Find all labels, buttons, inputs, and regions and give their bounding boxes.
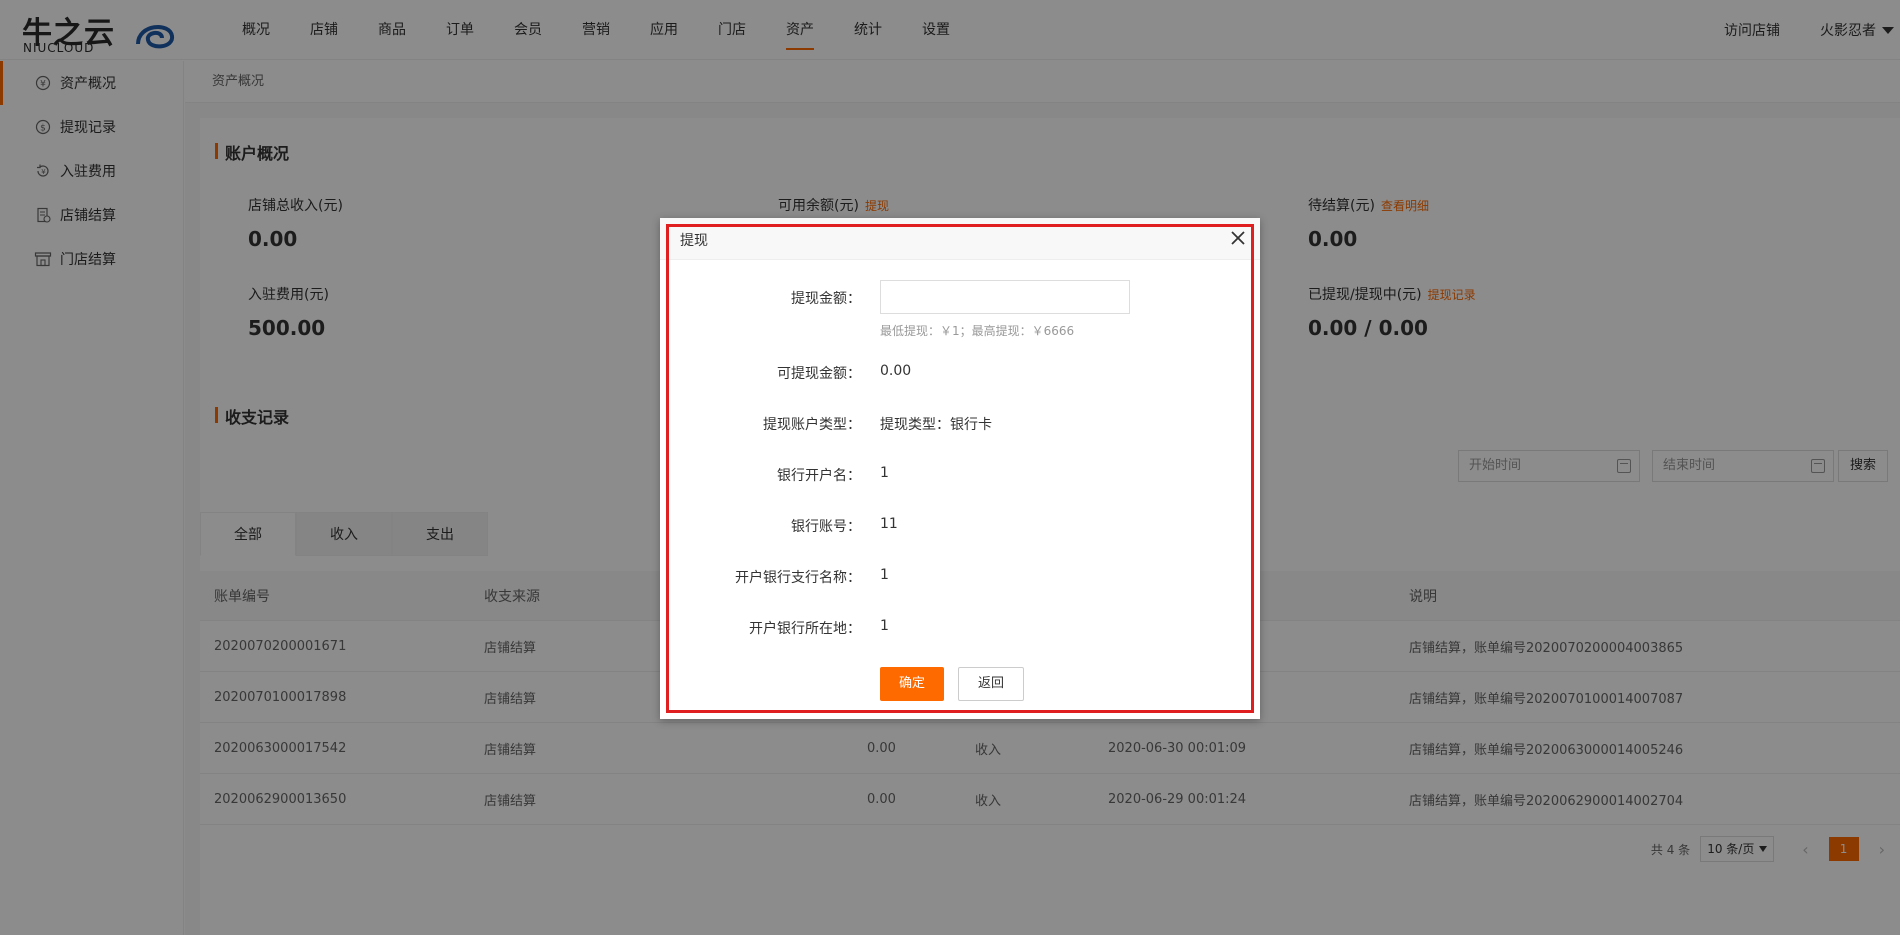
account-type-value: 提现类型：银行卡	[880, 417, 992, 433]
account-type-label: 提现账户类型：	[763, 417, 861, 433]
form-row-bank-no: 银行账号： 11	[660, 516, 1260, 536]
dialog-header: 提现	[660, 218, 1260, 260]
location-value: 1	[880, 618, 889, 634]
confirm-button[interactable]: 确定	[880, 667, 944, 701]
branch-value: 1	[880, 567, 889, 583]
available-label: 可提现金额：	[777, 366, 861, 382]
bank-name-value: 1	[880, 465, 889, 481]
form-row-bank-name: 银行开户名： 1	[660, 465, 1260, 485]
available-value: 0.00	[880, 363, 912, 379]
withdraw-amount-input[interactable]	[880, 280, 1130, 314]
form-row-location: 开户银行所在地： 1	[660, 618, 1260, 638]
amount-tip: 最低提现：￥1；最高提现：￥6666	[880, 324, 1075, 338]
form-row-account-type: 提现账户类型： 提现类型：银行卡	[660, 414, 1260, 434]
location-label: 开户银行所在地：	[749, 621, 861, 637]
back-button[interactable]: 返回	[958, 667, 1024, 701]
form-row-available: 可提现金额： 0.00	[660, 363, 1260, 383]
dialog-title: 提现	[680, 233, 708, 249]
bank-name-label: 银行开户名：	[777, 468, 861, 484]
close-icon[interactable]	[1228, 228, 1248, 248]
withdraw-dialog: 提现 提现金额： 最低提现：￥1；最高提现：￥6666 可提现金额： 0.00 …	[660, 218, 1260, 719]
form-row-branch: 开户银行支行名称： 1	[660, 567, 1260, 587]
bank-no-value: 11	[880, 516, 898, 532]
bank-no-label: 银行账号：	[791, 519, 861, 535]
amount-label: 提现金额：	[791, 291, 861, 307]
branch-label: 开户银行支行名称：	[735, 570, 861, 586]
